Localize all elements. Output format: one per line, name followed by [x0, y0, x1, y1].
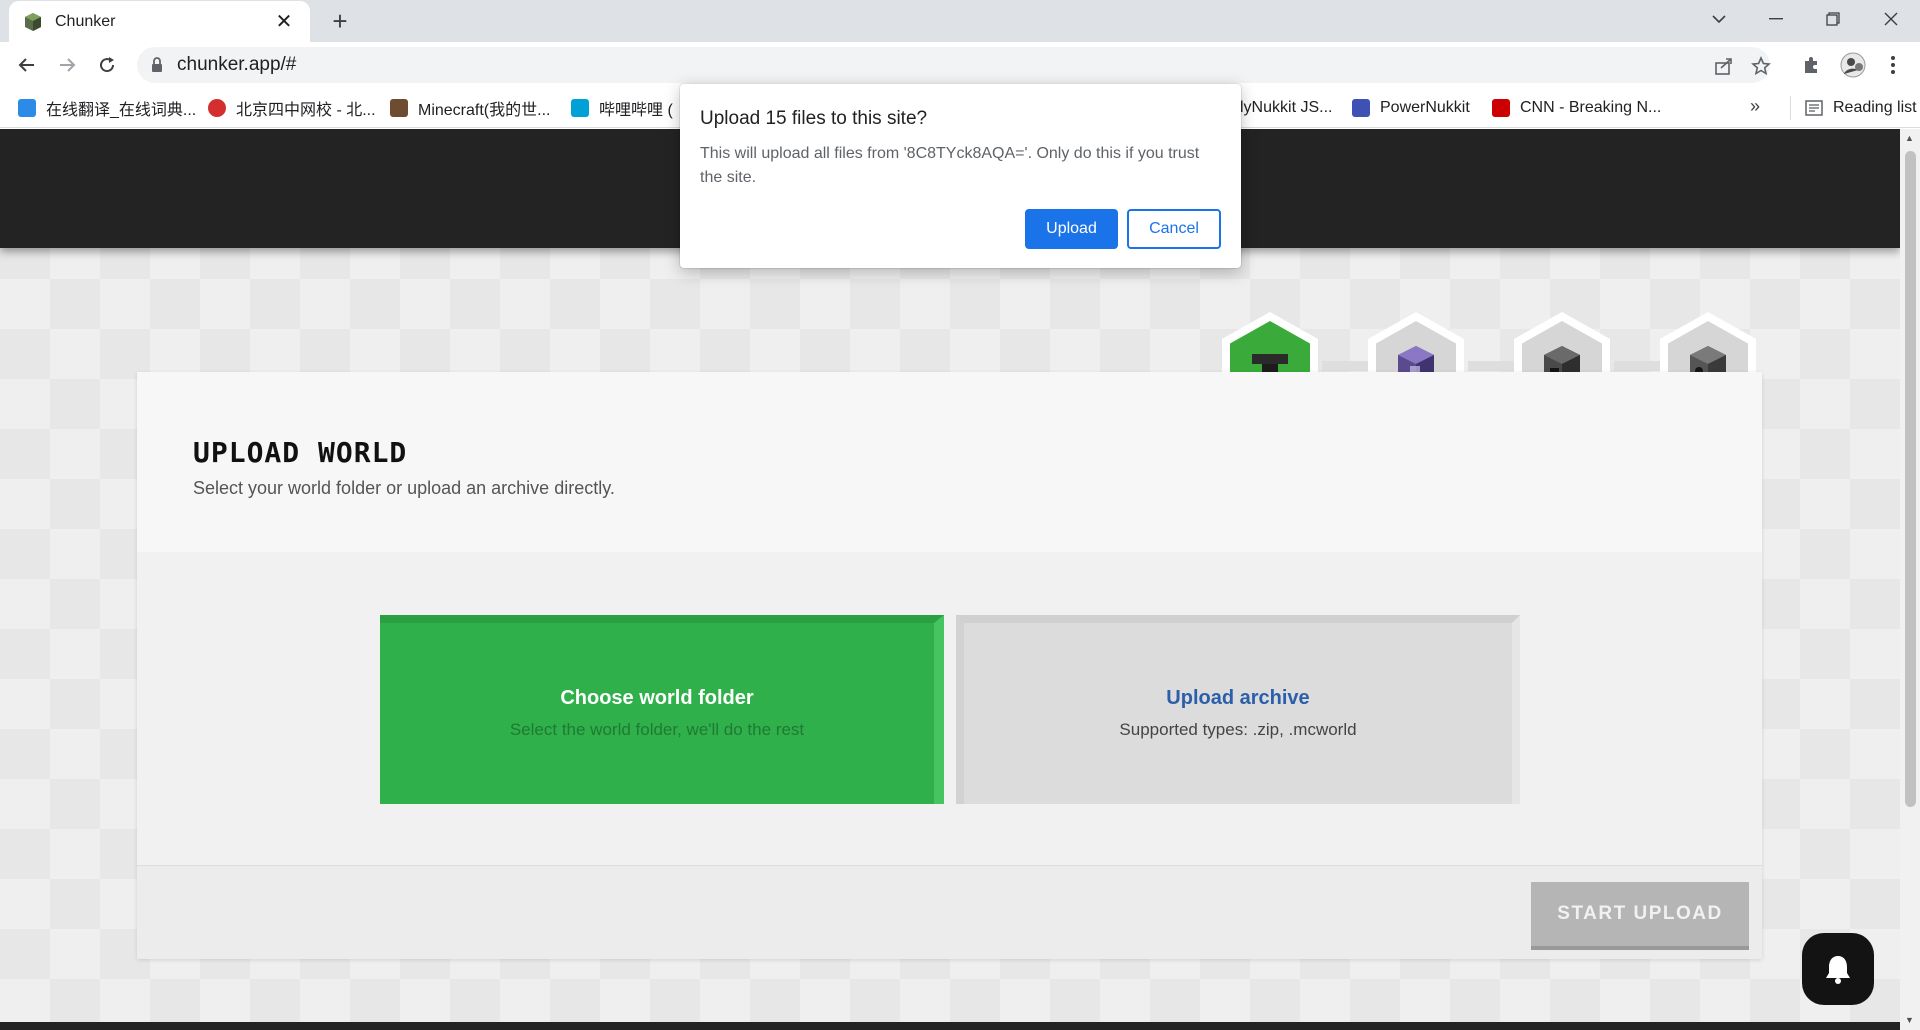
new-tab-button[interactable]: + [325, 6, 355, 36]
step-connector [1614, 361, 1662, 371]
bookmark-label: CNN - Breaking N... [1520, 99, 1662, 116]
cnn-icon [1492, 99, 1510, 117]
bookmark-star-icon[interactable] [1749, 54, 1773, 78]
bookmark-item[interactable]: PowerNukkit [1352, 96, 1470, 120]
start-upload-button[interactable]: START UPLOAD [1531, 882, 1749, 950]
bookmark-label: 北京四中网校 - 北... [236, 102, 376, 119]
bookmark-label: Minecraft(我的世... [418, 102, 551, 119]
dialog-title: Upload 15 files to this site? [700, 108, 928, 129]
tab-close-icon[interactable]: ✕ [272, 10, 296, 34]
bookmark-item[interactable]: Minecraft(我的世... [390, 96, 550, 120]
upload-world-card: UPLOAD WORLD Select your world folder or… [137, 372, 1762, 959]
share-icon[interactable] [1712, 54, 1736, 78]
forward-icon[interactable] [51, 49, 83, 81]
scroll-down-icon[interactable]: ▼ [1905, 1015, 1915, 1025]
menu-dots-icon[interactable] [1879, 51, 1907, 79]
dialog-message: This will upload all files from '8C8TYck… [700, 145, 1200, 186]
upload-confirm-dialog: Upload 15 files to this site? This will … [680, 84, 1241, 268]
chunker-favicon-icon [25, 12, 41, 31]
reading-list-button[interactable]: Reading list [1790, 96, 1917, 120]
choose-folder-desc: Select the world folder, we'll do the re… [509, 720, 805, 739]
dialog-upload-button[interactable]: Upload [1025, 209, 1118, 249]
minimize-icon[interactable] [1748, 0, 1804, 38]
step-connector [1322, 361, 1370, 371]
extensions-icon[interactable] [1797, 51, 1825, 79]
card-header: UPLOAD WORLD Select your world folder or… [137, 372, 1762, 552]
bell-icon [1826, 956, 1850, 984]
profile-avatar[interactable] [1839, 51, 1867, 79]
bilibili-icon [571, 99, 589, 117]
bookmark-item[interactable]: CNN - Breaking N... [1492, 96, 1661, 120]
page-scrollbar[interactable]: ▲ ▼ [1900, 129, 1920, 1030]
upload-archive-title: Upload archive [1166, 687, 1310, 709]
browser-toolbar: chunker.app/# [0, 42, 1920, 88]
bookmark-label: 在线翻译_在线词典... [46, 102, 197, 119]
tab-search-icon[interactable] [1691, 0, 1747, 38]
bookmark-label: PowerNukkit [1380, 99, 1470, 116]
translate-icon [18, 99, 36, 117]
restore-icon[interactable] [1805, 0, 1861, 38]
upload-archive-button[interactable]: Upload archive Supported types: .zip, .m… [956, 615, 1520, 804]
bookmark-item[interactable]: lyNukkit JS... [1240, 96, 1332, 120]
step-connector [1468, 361, 1516, 371]
powernukkit-icon [1352, 99, 1370, 117]
url-text: chunker.app/# [177, 54, 297, 75]
scroll-thumb[interactable] [1905, 151, 1916, 807]
bookmark-item[interactable]: 北京四中网校 - 北... [208, 96, 376, 120]
school-icon [208, 99, 226, 117]
bookmark-item[interactable]: 哔哩哔哩 ( [571, 96, 673, 120]
bookmarks-overflow-button[interactable]: » [1750, 96, 1760, 117]
reading-list-icon [1805, 100, 1823, 116]
bookmark-label: 哔哩哔哩 ( [599, 102, 673, 119]
reading-list-label: Reading list [1833, 99, 1917, 116]
dialog-cancel-button[interactable]: Cancel [1127, 209, 1221, 249]
lock-icon [152, 57, 162, 72]
scroll-up-icon[interactable]: ▲ [1905, 133, 1915, 143]
card-footer: START UPLOAD [137, 865, 1762, 959]
reload-icon[interactable] [91, 49, 123, 81]
bookmark-label: lyNukkit JS... [1240, 99, 1333, 116]
tab-title: Chunker [55, 12, 116, 30]
notifications-button[interactable] [1802, 933, 1874, 1005]
choose-world-folder-button[interactable]: Choose world folder Select the world fol… [380, 615, 944, 804]
address-bar[interactable]: chunker.app/# [137, 47, 1773, 83]
back-icon[interactable] [11, 49, 43, 81]
card-body: Choose world folder Select the world fol… [137, 552, 1762, 865]
page-title: UPLOAD WORLD [193, 436, 408, 469]
close-window-icon[interactable] [1863, 0, 1919, 38]
page-subtitle: Select your world folder or upload an ar… [193, 478, 615, 498]
tab-chunker[interactable]: Chunker ✕ [9, 1, 310, 42]
bookmark-item[interactable]: 在线翻译_在线词典... [18, 96, 196, 120]
minecraft-icon [390, 99, 408, 117]
choose-folder-title: Choose world folder [560, 687, 754, 709]
site-footer [0, 1022, 1900, 1030]
tab-strip: Chunker ✕ + [0, 0, 1920, 42]
upload-archive-desc: Supported types: .zip, .mcworld [1119, 720, 1357, 739]
